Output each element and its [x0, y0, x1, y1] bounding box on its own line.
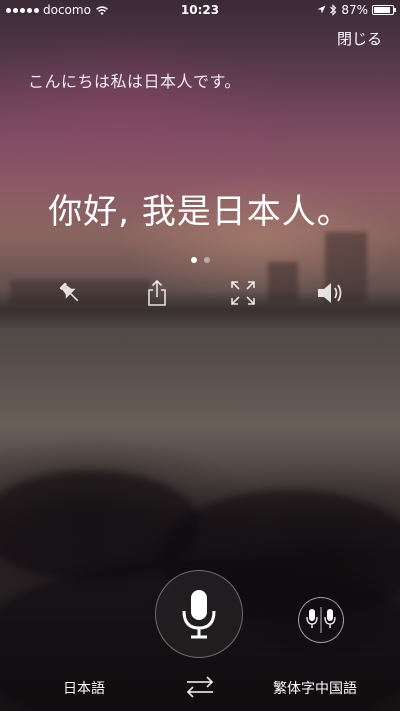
battery-level: [374, 7, 390, 13]
translator-screen: docomo 10:23 87% 閉じる こんにちは私は日本人です。 你好, 我…: [0, 0, 400, 711]
speaker-icon: [318, 283, 342, 303]
swap-languages-button[interactable]: [183, 674, 217, 700]
translated-text: 你好, 我是日本人。: [48, 192, 352, 232]
page-dot: [203, 257, 210, 263]
pin-icon: [59, 282, 79, 302]
microphone-button[interactable]: [155, 570, 243, 658]
page-dot-active: [190, 257, 197, 263]
dual-microphone-icon: [306, 607, 336, 633]
status-time: 10:23: [180, 3, 220, 17]
status-bar: docomo 10:23 87%: [0, 0, 400, 20]
battery-icon: [372, 5, 396, 15]
close-button[interactable]: 閉じる: [337, 28, 382, 49]
speak-button[interactable]: [315, 278, 345, 308]
expand-icon: [231, 281, 255, 305]
share-button[interactable]: [142, 278, 172, 308]
source-language-button[interactable]: 日本語: [63, 678, 105, 698]
fullscreen-button[interactable]: [228, 278, 258, 308]
share-icon: [148, 279, 166, 306]
swap-arrows-icon: [186, 676, 214, 698]
target-language-button[interactable]: 繁体字中国語: [273, 678, 357, 698]
page-indicator: [0, 257, 400, 263]
pin-button[interactable]: [55, 278, 85, 308]
conversation-mode-button[interactable]: [298, 597, 344, 643]
source-text: こんにちは私は日本人です。: [28, 72, 241, 91]
microphone-icon: [182, 590, 216, 639]
